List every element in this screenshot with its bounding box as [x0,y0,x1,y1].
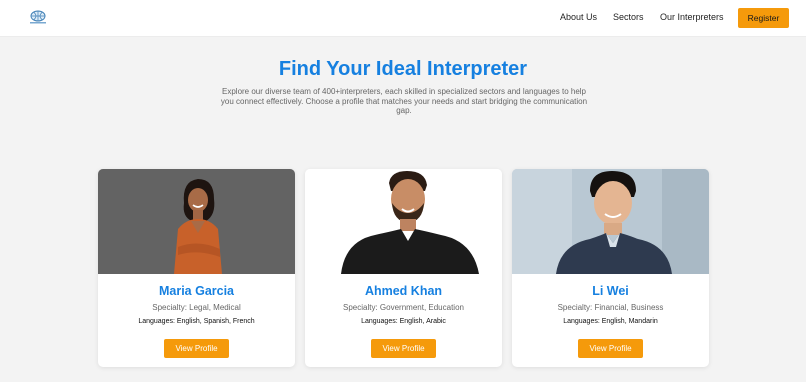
interpreter-card-ahmed-khan: Ahmed Khan Specialty: Government, Educat… [305,169,502,367]
page-subtitle: Explore our diverse team of 400+interpre… [220,87,588,115]
page-title: Find Your Ideal Interpreter [278,58,528,80]
register-button[interactable]: Register [738,8,789,28]
interpreter-name: Ahmed Khan [364,284,443,298]
interpreter-name: Li Wei [592,284,629,298]
interpreter-specialty: Specialty: Government, Education [343,303,464,312]
interpreter-name: Maria Garcia [158,284,235,298]
interpreter-specialty: Specialty: Financial, Business [557,303,664,312]
view-profile-button[interactable]: View Profile [164,339,229,358]
interpreter-card-li-wei: Li Wei Specialty: Financial, Business La… [512,169,709,367]
globe-logo-icon[interactable] [26,9,50,25]
nav-link-our-interpreters[interactable]: Our Interpreters [660,12,724,22]
interpreter-languages: Languages: English, Mandarin [563,318,658,325]
interpreter-languages: Languages: English, Spanish, French [138,318,255,325]
interpreter-card-maria-garcia: Maria Garcia Specialty: Legal, Medical L… [98,169,295,367]
nav-link-about-us[interactable]: About Us [560,12,597,22]
view-profile-button[interactable]: View Profile [371,339,436,358]
interpreter-specialty: Specialty: Legal, Medical [152,303,241,312]
nav-link-sectors[interactable]: Sectors [613,12,644,22]
interpreter-photo [512,169,709,274]
interpreter-photo [98,169,295,274]
top-navbar: About Us Sectors Our Interpreters Regist… [0,0,806,37]
view-profile-button[interactable]: View Profile [578,339,643,358]
interpreter-photo [305,169,502,274]
interpreter-languages: Languages: English, Arabic [361,318,446,325]
